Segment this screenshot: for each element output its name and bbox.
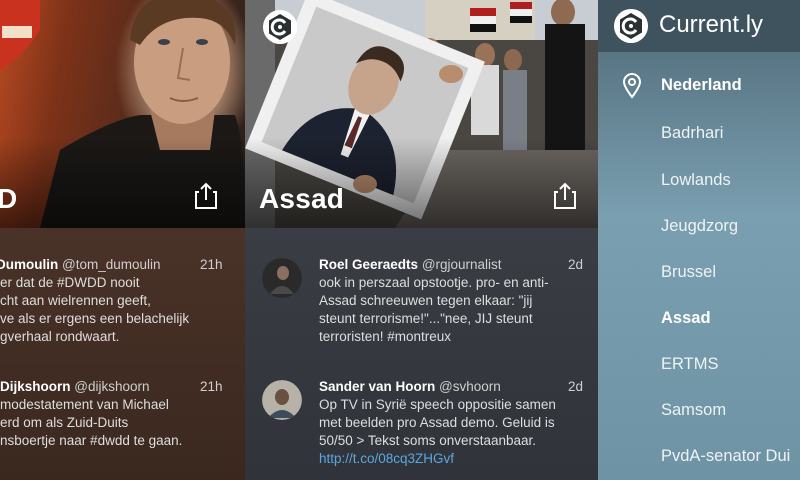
tweet-line: erd om als Zuid-Duits bbox=[0, 415, 129, 430]
tweet-feed[interactable]: Roel Geeraedts @rgjournalist 2d ook in p… bbox=[245, 228, 598, 480]
user-avatar[interactable] bbox=[262, 380, 302, 420]
tweet-line: modestatement van Michael bbox=[0, 397, 169, 412]
tweet-line: terroristen! #montreux bbox=[319, 329, 452, 344]
topic-hero-image[interactable]: Assad bbox=[245, 0, 598, 228]
sidebar-item-assad[interactable]: Assad bbox=[661, 309, 711, 328]
location-pin-icon bbox=[622, 73, 642, 99]
tweet-text: modestatement van Michael erd om als Zui… bbox=[0, 396, 245, 450]
sidebar-item-brussel[interactable]: Brussel bbox=[661, 263, 716, 282]
tweet-author[interactable]: Roel Geeraedts bbox=[319, 257, 418, 272]
currently-logo-icon[interactable] bbox=[263, 10, 297, 44]
app-title: Current.ly bbox=[659, 11, 764, 38]
sidebar-header: Current.ly bbox=[598, 0, 800, 52]
tweet-line: ook in perszaal opstootje. pro- en anti- bbox=[319, 275, 549, 290]
tweet-feed[interactable]: Dumoulin @tom_dumoulin 21h er dat de #DW… bbox=[0, 228, 245, 480]
tweet-text: er dat de #DWDD nooit cht aan wielrennen… bbox=[0, 274, 245, 346]
sidebar-item-pvda-senator[interactable]: PvdA-senator Dui bbox=[661, 447, 790, 466]
tweet-item[interactable]: Dumoulin @tom_dumoulin 21h er dat de #DW… bbox=[0, 256, 245, 346]
tweet-handle[interactable]: @tom_dumoulin bbox=[62, 257, 161, 272]
tweet-handle[interactable]: @dijkshoorn bbox=[74, 379, 149, 394]
tweet-item[interactable]: Roel Geeraedts @rgjournalist 2d ook in p… bbox=[245, 256, 598, 346]
share-icon[interactable] bbox=[553, 182, 577, 210]
topic-title: Assad bbox=[259, 183, 345, 214]
sidebar-item-samsom[interactable]: Samsom bbox=[661, 401, 726, 420]
sidebar-item-badrhari[interactable]: Badrhari bbox=[661, 124, 723, 143]
user-avatar[interactable] bbox=[262, 258, 302, 298]
topic-title: D bbox=[0, 183, 18, 214]
tweet-line: met beelden pro Assad demo. Geluid is bbox=[319, 415, 555, 430]
tweet-time: 2d bbox=[568, 257, 584, 272]
tweet-item[interactable]: Dijkshoorn @dijkshoorn 21h modestatement… bbox=[0, 378, 245, 450]
tweet-line: 50/50 > Tekst soms onverstaanbaar. bbox=[319, 433, 537, 448]
tweet-time: 2d bbox=[568, 379, 584, 394]
tweet-line: steunt terrorisme!"..."nee, JIJ steunt bbox=[319, 311, 533, 326]
tweet-line: gverhaal rondwaart. bbox=[0, 329, 120, 344]
tweet-author[interactable]: Dijkshoorn bbox=[0, 379, 71, 394]
tweet-link[interactable]: http://t.co/08cq3ZHGvf bbox=[319, 450, 598, 468]
topic-column-assad: Assad Roel Geeraedts @rgjournalist 2d oo… bbox=[245, 0, 598, 480]
tweet-item[interactable]: Sander van Hoorn @svhoorn 2d Op TV in Sy… bbox=[245, 378, 598, 468]
tweet-line: Assad schreeuwen tegen elkaar: "jij bbox=[319, 293, 533, 308]
tweet-text: Op TV in Syrië speech oppositie samen me… bbox=[319, 396, 598, 468]
tweet-handle[interactable]: @rgjournalist bbox=[422, 257, 502, 272]
tweet-author[interactable]: Sander van Hoorn bbox=[319, 379, 435, 394]
tweet-author[interactable]: Dumoulin bbox=[0, 257, 58, 272]
tweet-handle[interactable]: @svhoorn bbox=[439, 379, 501, 394]
tweet-time: 21h bbox=[200, 379, 223, 394]
tweet-line: cht aan wielrennen geeft, bbox=[0, 293, 151, 308]
topic-column-dwdd: D Dumoulin @tom_dumoulin 21h er dat de #… bbox=[0, 0, 245, 480]
tweet-line: er dat de #DWDD nooit bbox=[0, 275, 140, 290]
tweet-text: ook in perszaal opstootje. pro- en anti-… bbox=[319, 274, 598, 346]
sidebar-item-ertms[interactable]: ERTMS bbox=[661, 355, 718, 374]
tweet-line: nsboertje naar #dwdd te gaan. bbox=[0, 433, 183, 448]
sidebar-item-nederland[interactable]: Nederland bbox=[661, 76, 742, 95]
sidebar-item-jeugdzorg[interactable]: Jeugdzorg bbox=[661, 217, 738, 236]
sidebar-item-lowlands[interactable]: Lowlands bbox=[661, 171, 731, 190]
tweet-time: 21h bbox=[200, 257, 223, 272]
share-icon[interactable] bbox=[194, 182, 218, 210]
topic-hero-image[interactable]: D bbox=[0, 0, 245, 228]
tweet-line: Op TV in Syrië speech oppositie samen bbox=[319, 397, 556, 412]
currently-logo-icon[interactable] bbox=[614, 9, 648, 43]
tweet-line: ve als er ergens een belachelijk bbox=[0, 311, 190, 326]
topics-sidebar: Current.ly Nederland Badrhari Lowlands J… bbox=[598, 0, 800, 480]
